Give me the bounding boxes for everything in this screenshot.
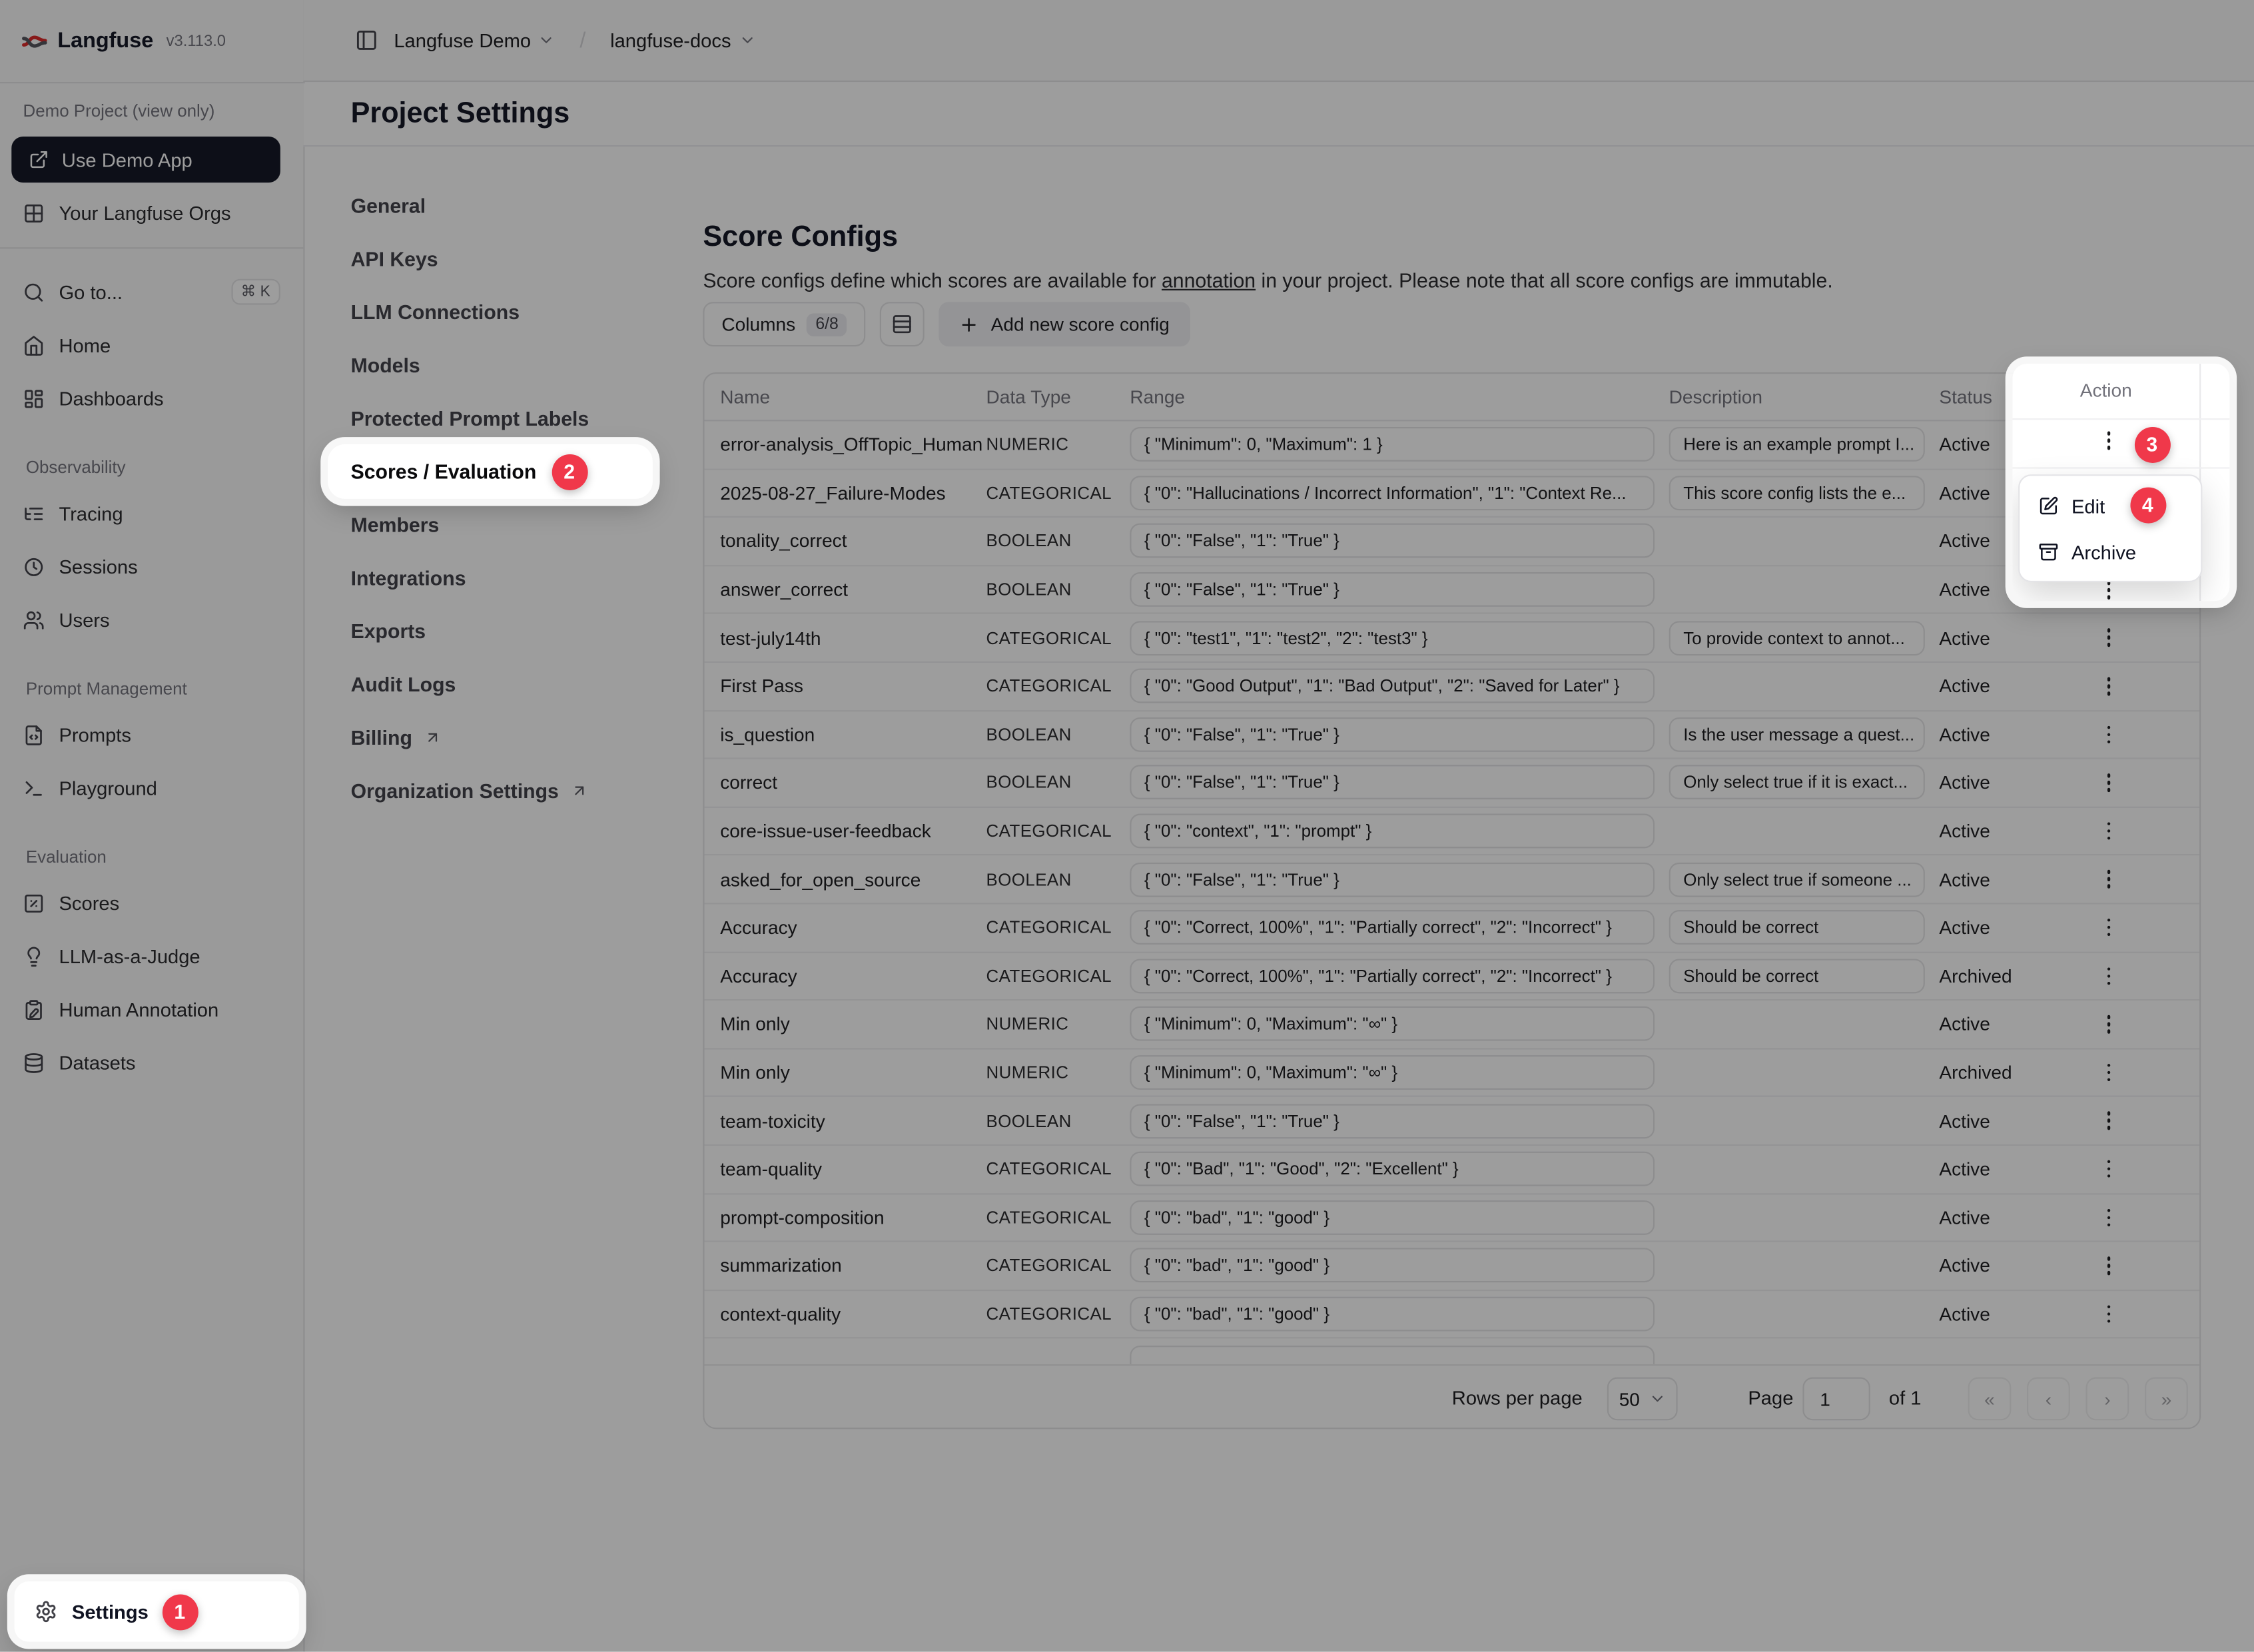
edit-icon xyxy=(2038,496,2058,516)
gear-icon xyxy=(35,1600,58,1623)
tutorial-step-badge-2: 2 xyxy=(552,454,587,490)
app-window: Langfuse v3.113.0 Demo Project (view onl… xyxy=(0,0,2254,1652)
row-actions-menu: Edit Archive xyxy=(2018,474,2202,582)
archive-icon xyxy=(2038,542,2058,562)
row-actions-kebab-icon[interactable] xyxy=(2097,581,2121,599)
menu-item-label: Edit xyxy=(2071,495,2105,516)
menu-item-label: Archive xyxy=(2071,542,2136,563)
tutorial-step-badge-3: 3 xyxy=(2134,426,2170,462)
col-header-action: Action xyxy=(2012,364,2199,418)
row-actions-kebab-icon[interactable] xyxy=(2097,431,2121,449)
tutorial-step-badge-1: 1 xyxy=(162,1593,198,1629)
menu-item-edit[interactable]: Edit xyxy=(2020,483,2201,529)
settings-nav-item-scores-evaluation-active[interactable]: Scores / Evaluation xyxy=(328,444,653,499)
action-column-spotlight: Action Edit Archive xyxy=(2012,364,2229,601)
menu-item-archive[interactable]: Archive xyxy=(2020,529,2201,575)
tutorial-dim-overlay xyxy=(0,0,2254,1652)
sidebar-item-settings[interactable]: Settings xyxy=(15,1581,299,1642)
tutorial-step-badge-4: 4 xyxy=(2129,487,2165,523)
